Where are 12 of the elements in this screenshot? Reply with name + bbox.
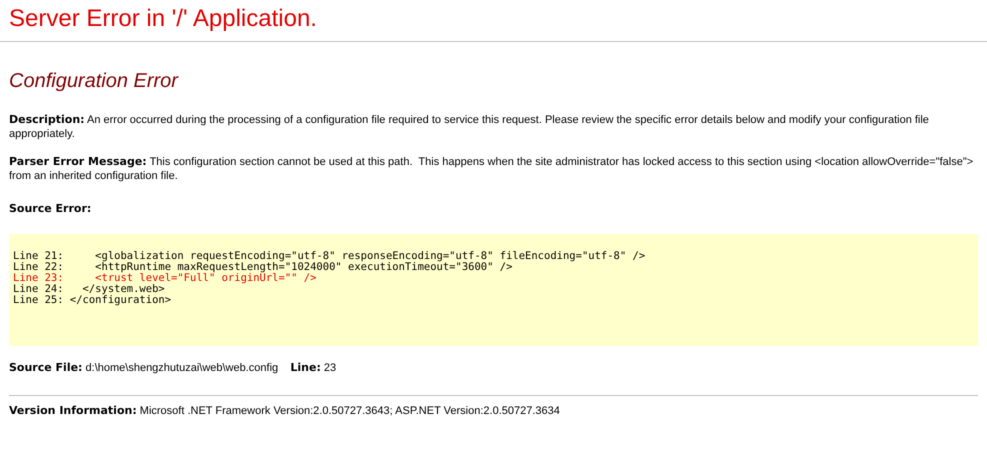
code-line: Line 23: <trust level="Full" originUrl="" /> [13,273,316,284]
source-file-text: Source File: d:\home\shengzhutuzai\web\web.config Line: 23 [9,361,338,375]
parser-error-message: Parser Error Message: This configuration section cannot be used at this path. This happens when the site administrator has locked access to this section using <location allowOverride="false"> from an inherited configuration file. [9,155,974,183]
code-line: Line 25: </configuration> [13,295,172,306]
description-text: Description: An error occurred during the processing of a configuration file required to service this request. Please review the specific error details below and modify your configuration file appropriately. [9,113,930,141]
source-error-label: Source Error: [9,202,92,216]
version-information: Version Information: Microsoft .NET Framework Version:2.0.50727.3643; ASP.NET Version:2.0.50727.3634 [9,404,561,418]
page-title: Server Error in '/' Application. [9,4,318,34]
error-title: Configuration Error [9,69,180,93]
code-line: Line 22: <httpRuntime maxRequestLength="1024000" executionTimeout="3600" /> [13,262,512,273]
code-line: Line 21: <globalization requestEncoding="utf-8" responseEncoding="utf-8" fileEncoding="utf-8" /> [13,251,646,262]
code-line: Line 24: </system.web> [13,284,165,295]
